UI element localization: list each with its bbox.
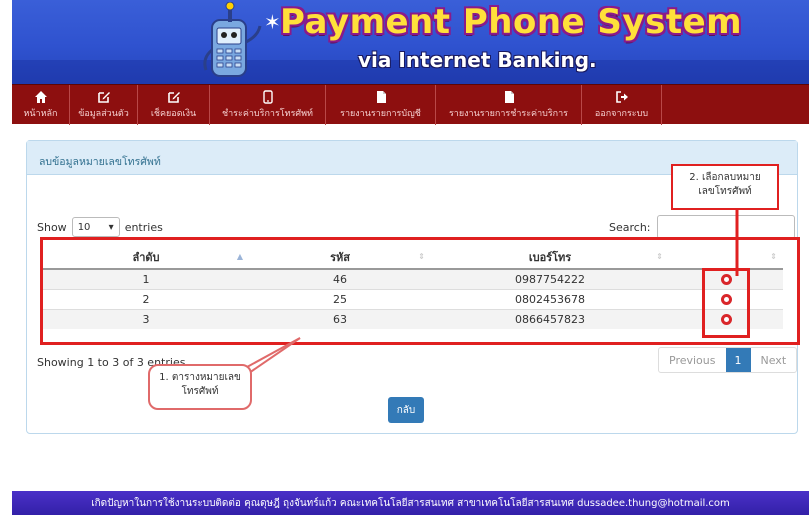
home-icon xyxy=(34,91,47,103)
search-label: Search: xyxy=(609,220,651,234)
callout-table-description: 1. ตารางหมายเลข โทรศัพท์ xyxy=(148,364,252,410)
main-nav: หน้าหลัก ข้อมูลส่วนตัว เช็คยอดเงิน ชำระค… xyxy=(12,84,809,125)
nav-label: เช็คยอดเงิน xyxy=(150,109,197,119)
page-1-button[interactable]: 1 xyxy=(725,348,751,372)
callout-line: โทรศัพท์ xyxy=(181,386,219,397)
nav-label: หน้าหลัก xyxy=(23,109,58,119)
entries-label: entries xyxy=(124,220,163,234)
next-button[interactable]: Next xyxy=(751,348,797,372)
document-icon xyxy=(504,91,514,103)
edit-icon xyxy=(97,92,110,103)
entries-select[interactable]: 10 ▾ xyxy=(71,217,120,237)
nav-item-home[interactable]: หน้าหลัก xyxy=(12,85,70,125)
logout-icon xyxy=(615,91,628,103)
previous-button[interactable]: Previous xyxy=(659,348,725,372)
back-button[interactable]: กลับ xyxy=(388,397,424,423)
show-label: Show xyxy=(37,220,67,234)
nav-label: ข้อมูลส่วนตัว xyxy=(78,109,129,119)
nav-label: ออกจากระบบ xyxy=(594,109,649,119)
nav-item-payment-report[interactable]: รายงานรายการชำระค่าบริการ xyxy=(436,85,582,125)
table-search: Search: xyxy=(609,215,795,239)
callout-line: 1. ตารางหมายเลข xyxy=(159,372,241,383)
callout-line: เลขโทรศัพท์ xyxy=(698,186,752,197)
footer-contact: เกิดปัญหาในการใช้งานระบบติดต่อ คุณดุษฎี … xyxy=(12,491,809,515)
phone-icon xyxy=(262,90,273,104)
callout-delete-instruction: 2. เลือกลบหมาย เลขโทรศัพท์ xyxy=(673,166,777,208)
nav-item-account-report[interactable]: รายงานรายการบัญชี xyxy=(326,85,436,125)
banner-subtitle: via Internet Banking. xyxy=(358,48,597,72)
nav-label: ชำระค่าบริการโทรศัพท์ xyxy=(222,109,313,119)
header-banner: ✶ Payment Phone System via Internet Bank… xyxy=(12,0,809,84)
banner-title: Payment Phone System xyxy=(280,2,743,42)
sparkle-icon: ✶ xyxy=(264,10,281,34)
search-input[interactable] xyxy=(656,215,795,239)
nav-item-check-balance[interactable]: เช็คยอดเงิน xyxy=(138,85,210,125)
nav-label: รายงานรายการชำระค่าบริการ xyxy=(448,109,569,119)
annotation-delete-highlight xyxy=(702,268,750,338)
nav-item-logout[interactable]: ออกจากระบบ xyxy=(582,85,662,125)
page-length-control: Show 10 ▾ entries xyxy=(37,217,163,237)
nav-item-pay-phone[interactable]: ชำระค่าบริการโทรศัพท์ xyxy=(210,85,326,125)
callout-line: 2. เลือกลบหมาย xyxy=(689,172,761,183)
phone-mascot-icon xyxy=(203,2,262,77)
nav-label: รายงานรายการบัญชี xyxy=(340,109,421,119)
pagination: Previous 1 Next xyxy=(658,347,798,373)
nav-item-profile[interactable]: ข้อมูลส่วนตัว xyxy=(70,85,138,125)
caret-down-icon: ▾ xyxy=(108,221,114,233)
edit-icon xyxy=(167,92,180,103)
entries-value: 10 xyxy=(77,221,91,233)
annotation-table-highlight xyxy=(40,237,800,345)
document-icon xyxy=(376,91,386,103)
